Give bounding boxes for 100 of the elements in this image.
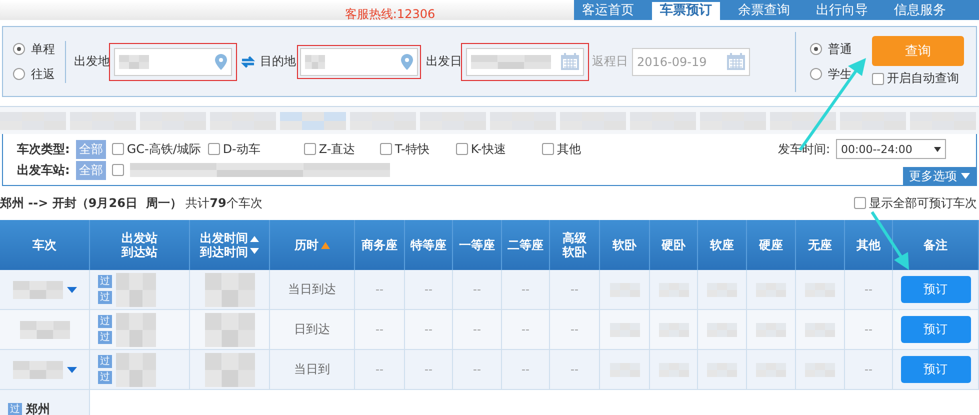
- column-header: 备注: [893, 220, 979, 270]
- route-summary: 郑州 --> 开封（9月26日 周一） 共计79个车次: [0, 194, 262, 212]
- location-pin-icon: [401, 54, 413, 70]
- radio-label: 学生: [828, 66, 852, 82]
- time-select[interactable]: 00:00--24:00: [836, 139, 946, 159]
- station-name: 郑州: [26, 401, 50, 415]
- checkbox-label: Z-直达: [318, 140, 356, 158]
- seat-availability: --: [864, 323, 872, 336]
- seat-availability: --: [376, 283, 384, 296]
- filter-label: 出发车站:: [17, 162, 70, 178]
- radio-button[interactable]: [810, 68, 822, 80]
- checkbox-label: T-特快: [394, 140, 430, 158]
- via-badge: 过: [98, 291, 112, 304]
- seat-availability: --: [864, 363, 872, 376]
- field-label: 返程日: [592, 53, 628, 70]
- field-label: 出发日: [426, 53, 462, 70]
- seat-availability: --: [424, 363, 432, 376]
- caret-icon: [934, 146, 941, 152]
- radio-button[interactable]: [810, 43, 822, 55]
- checkbox[interactable]: [854, 197, 866, 209]
- caret-icon[interactable]: [66, 366, 76, 372]
- query-button[interactable]: 查询: [872, 36, 964, 66]
- field-label: 目的地: [260, 53, 296, 70]
- checkbox[interactable]: [872, 72, 884, 84]
- column-header[interactable]: 历时: [270, 220, 355, 270]
- nav-tab[interactable]: 车票预订: [652, 2, 720, 20]
- column-header: 硬座: [747, 220, 796, 270]
- radio-button[interactable]: [13, 68, 25, 80]
- nav-tab[interactable]: 客运首页: [574, 2, 642, 20]
- return-date-field[interactable]: 2016-09-19: [632, 48, 750, 76]
- checkbox[interactable]: [542, 143, 554, 155]
- checkbox-label: K-快速: [470, 140, 506, 158]
- column-header[interactable]: 出发时间 到达时间: [190, 220, 270, 270]
- seat-availability: --: [570, 283, 578, 296]
- all-filter-tag[interactable]: 全部: [76, 160, 106, 180]
- seat-availability: --: [570, 363, 578, 376]
- radio-label: 普通: [828, 40, 852, 58]
- column-header: 软座: [698, 220, 747, 270]
- location-pin-icon: [215, 54, 227, 70]
- filter-label: 车次类型:: [17, 140, 70, 158]
- calendar-icon[interactable]: [561, 53, 579, 70]
- checkbox-label: D-动车: [222, 140, 260, 158]
- column-header: 其他: [845, 220, 893, 270]
- calendar-icon[interactable]: [727, 53, 745, 70]
- via-badge: 过: [8, 403, 22, 415]
- checkbox[interactable]: [304, 143, 316, 155]
- seat-availability: --: [864, 283, 872, 296]
- via-badge: 过: [98, 355, 112, 368]
- nav-tab[interactable]: 信息服务: [886, 2, 954, 20]
- swap-icon[interactable]: [240, 54, 256, 68]
- nav-tab[interactable]: 余票查询: [730, 2, 798, 20]
- book-button[interactable]: 预订: [900, 316, 970, 343]
- hotline-text: 客服热线:12306: [344, 8, 436, 20]
- column-header: 无座: [796, 220, 845, 270]
- seat-availability: --: [424, 283, 432, 296]
- checkbox-label: 显示全部可预订车次: [869, 194, 977, 212]
- all-filter-tag[interactable]: 全部: [76, 140, 106, 158]
- via-badge: 过: [98, 371, 112, 384]
- column-header: 特等座: [405, 220, 453, 270]
- seat-availability: --: [522, 363, 530, 376]
- seat-availability: --: [522, 323, 530, 336]
- duration-text: 当日到达: [288, 281, 336, 298]
- caret-icon: [961, 173, 970, 179]
- column-header: 高级 软卧: [550, 220, 600, 270]
- more-options-button[interactable]: 更多选项: [903, 167, 976, 185]
- via-badge: 过: [98, 275, 112, 288]
- column-header: 二等座: [502, 220, 550, 270]
- checkbox[interactable]: [112, 143, 124, 155]
- radio-button[interactable]: [13, 43, 25, 55]
- via-badge: 过: [98, 331, 112, 344]
- seat-availability: --: [473, 363, 481, 376]
- column-header: 软卧: [600, 220, 650, 270]
- book-button[interactable]: 预订: [900, 276, 970, 303]
- radio-label: 单程: [31, 40, 55, 58]
- checkbox-label: GC-高铁/城际: [126, 140, 201, 158]
- duration-text: 日到达: [294, 321, 330, 338]
- seat-availability: --: [376, 323, 384, 336]
- radio-label: 往返: [31, 66, 55, 82]
- column-header: 一等座: [453, 220, 502, 270]
- nav-tab[interactable]: 出行向导: [808, 2, 876, 20]
- seat-availability: --: [424, 323, 432, 336]
- seat-availability: --: [522, 283, 530, 296]
- checkbox[interactable]: [112, 164, 124, 176]
- checkbox[interactable]: [380, 143, 392, 155]
- checkbox-label: 开启自动查询: [887, 70, 959, 87]
- checkbox[interactable]: [208, 143, 220, 155]
- seat-availability: --: [376, 363, 384, 376]
- column-header: 出发站 到达站: [90, 220, 190, 270]
- column-header: 车次: [0, 220, 90, 270]
- column-header: 商务座: [355, 220, 405, 270]
- seat-availability: --: [473, 283, 481, 296]
- book-button[interactable]: 预订: [900, 356, 970, 383]
- seat-availability: --: [473, 323, 481, 336]
- sort-up-icon[interactable]: [320, 242, 330, 248]
- field-label: 出发地: [74, 53, 110, 70]
- seat-availability: --: [570, 323, 578, 336]
- sort-icon[interactable]: [250, 234, 259, 256]
- caret-icon[interactable]: [66, 286, 76, 292]
- column-header: 硬卧: [650, 220, 698, 270]
- checkbox[interactable]: [456, 143, 468, 155]
